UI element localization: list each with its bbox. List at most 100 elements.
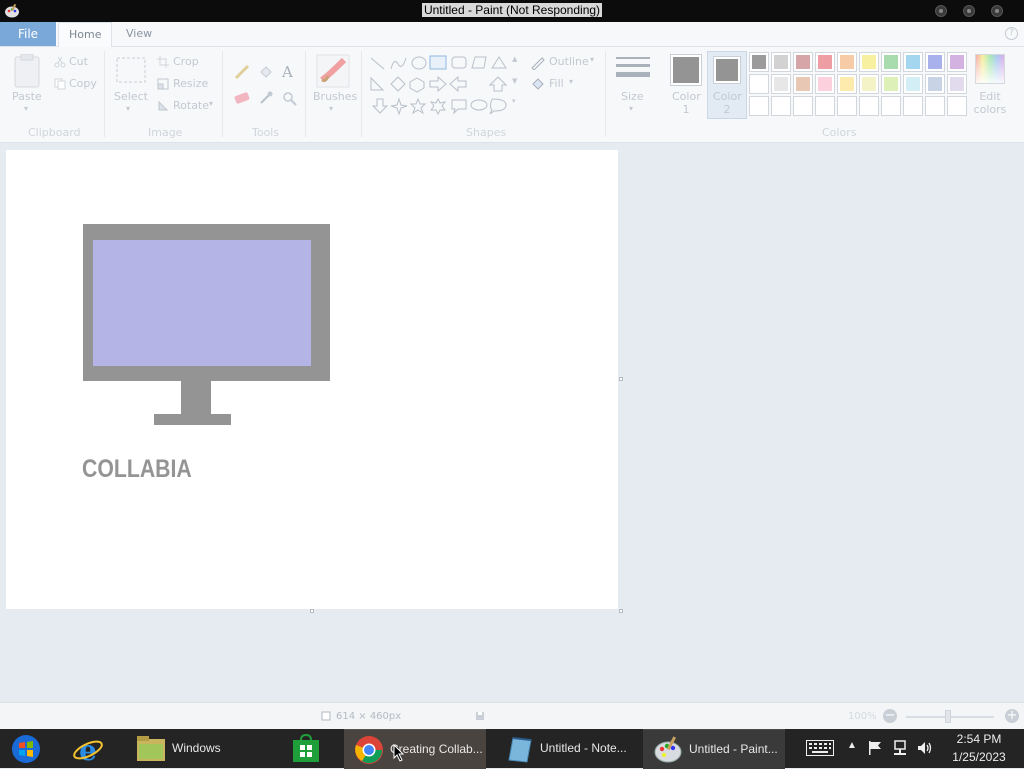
taskbar-item-chrome[interactable]: Creating Collab...	[344, 729, 486, 769]
color1-swatch[interactable]	[670, 54, 702, 89]
mouse-cursor-icon	[393, 744, 405, 762]
palette-swatch[interactable]	[749, 74, 769, 94]
zoom-in-button[interactable]: +	[1005, 709, 1019, 723]
palette-swatch[interactable]	[925, 52, 945, 72]
start-button[interactable]	[0, 729, 56, 768]
color1-button[interactable]: Color 1	[672, 90, 701, 116]
paste-button[interactable]: Paste	[12, 90, 42, 103]
tab-file[interactable]: File	[0, 22, 56, 46]
select-dropdown-icon[interactable]: ▾	[126, 104, 130, 113]
minimize-button[interactable]	[935, 5, 947, 17]
help-icon[interactable]: ?	[1005, 27, 1018, 40]
paste-dropdown-icon[interactable]: ▾	[24, 104, 28, 113]
outline-button[interactable]: Outline	[549, 55, 589, 68]
network-icon[interactable]	[890, 729, 910, 768]
size-button[interactable]: Size	[621, 90, 644, 103]
palette-swatch[interactable]	[771, 74, 791, 94]
touch-keyboard-icon[interactable]	[803, 729, 837, 768]
internet-explorer-icon[interactable]: e	[60, 729, 116, 768]
outline-dropdown-icon[interactable]: ▾	[590, 55, 594, 64]
color2-swatch[interactable]	[713, 56, 741, 87]
drawing-canvas[interactable]: COLLABIA	[6, 150, 618, 609]
palette-swatch[interactable]	[837, 96, 857, 116]
show-hidden-icons-icon[interactable]: ▲	[845, 729, 859, 768]
zoom-out-button[interactable]: −	[883, 709, 897, 723]
resize-icon	[157, 78, 169, 93]
palette-swatch[interactable]	[815, 96, 835, 116]
brushes-dropdown-icon[interactable]: ▾	[329, 104, 333, 113]
size-icon[interactable]	[616, 56, 650, 85]
brushes-icon[interactable]	[316, 54, 350, 91]
maximize-button[interactable]	[963, 5, 975, 17]
size-dropdown-icon[interactable]: ▾	[629, 104, 633, 113]
palette-swatch[interactable]	[771, 52, 791, 72]
fill-dropdown-icon[interactable]: ▾	[569, 77, 573, 86]
clock[interactable]: 2:54 PM 1/25/2023	[940, 729, 1018, 768]
palette-swatch[interactable]	[815, 52, 835, 72]
zoom-slider-thumb[interactable]	[945, 710, 951, 723]
volume-icon[interactable]	[915, 729, 935, 768]
palette-swatch[interactable]	[815, 74, 835, 94]
pencil-icon[interactable]	[234, 64, 250, 83]
ribbon: Paste ▾ Cut Copy Clipboard Select ▾ Crop…	[0, 47, 1024, 143]
close-button[interactable]	[991, 5, 1003, 17]
fill-bucket-icon[interactable]	[258, 64, 274, 83]
cut-button[interactable]: Cut	[69, 55, 88, 68]
magnifier-icon[interactable]	[282, 91, 298, 110]
shapes-scroll-up-icon[interactable]: ▲	[512, 55, 517, 63]
palette-swatch[interactable]	[793, 96, 813, 116]
rotate-button[interactable]: Rotate	[173, 99, 209, 112]
palette-swatch[interactable]	[947, 96, 967, 116]
select-icon[interactable]	[116, 57, 146, 86]
copy-button[interactable]: Copy	[69, 77, 97, 90]
crop-button[interactable]: Crop	[173, 55, 199, 68]
action-center-flag-icon[interactable]	[866, 729, 884, 768]
palette-swatch[interactable]	[903, 52, 923, 72]
edit-colors-icon[interactable]	[975, 54, 1005, 87]
select-button[interactable]: Select	[114, 90, 148, 103]
canvas-resize-handle-corner[interactable]	[619, 609, 623, 613]
palette-swatch[interactable]	[881, 74, 901, 94]
shapes-gallery[interactable]	[368, 55, 520, 118]
palette-swatch[interactable]	[837, 52, 857, 72]
palette-swatch[interactable]	[749, 96, 769, 116]
palette-swatch[interactable]	[903, 96, 923, 116]
taskbar-item-windows-explorer[interactable]: Windows	[126, 729, 266, 768]
palette-swatch[interactable]	[903, 74, 923, 94]
palette-swatch[interactable]	[947, 52, 967, 72]
edit-colors-button[interactable]: Edit colors	[973, 90, 1007, 116]
palette-swatch[interactable]	[793, 52, 813, 72]
palette-swatch[interactable]	[859, 96, 879, 116]
shapes-scroll-down-icon[interactable]: ▼	[512, 77, 517, 85]
taskbar-item-paint[interactable]: Untitled - Paint...	[643, 729, 785, 769]
rotate-dropdown-icon[interactable]: ▾	[209, 99, 213, 108]
palette-swatch[interactable]	[881, 52, 901, 72]
palette-swatch[interactable]	[793, 74, 813, 94]
eraser-icon[interactable]	[234, 92, 250, 107]
taskbar-item-notepad[interactable]: Untitled - Note...	[494, 729, 634, 768]
fill-button[interactable]: Fill	[549, 77, 564, 90]
color2-button[interactable]: Color 2	[713, 90, 742, 116]
brushes-button[interactable]: Brushes	[313, 90, 357, 103]
palette-swatch[interactable]	[749, 52, 769, 72]
shapes-more-icon[interactable]: ▾	[512, 97, 516, 105]
canvas-resize-handle-right[interactable]	[619, 377, 623, 381]
palette-swatch[interactable]	[947, 74, 967, 94]
palette-swatch[interactable]	[771, 96, 791, 116]
palette-swatch[interactable]	[925, 74, 945, 94]
tab-home[interactable]: Home	[58, 22, 113, 47]
color-picker-icon[interactable]	[258, 90, 274, 109]
palette-swatch[interactable]	[837, 74, 857, 94]
store-icon[interactable]	[280, 729, 332, 768]
palette-swatch[interactable]	[925, 96, 945, 116]
canvas-resize-handle-bottom[interactable]	[310, 609, 314, 613]
tab-view[interactable]: View	[116, 22, 162, 46]
paste-icon[interactable]	[14, 53, 40, 91]
resize-button[interactable]: Resize	[173, 77, 208, 90]
palette-swatch[interactable]	[881, 96, 901, 116]
text-tool-icon[interactable]: A	[282, 63, 293, 81]
status-bar: 614 × 460px 100% − +	[0, 702, 1024, 730]
color2-label-line2: 2	[723, 103, 731, 116]
palette-swatch[interactable]	[859, 52, 879, 72]
palette-swatch[interactable]	[859, 74, 879, 94]
